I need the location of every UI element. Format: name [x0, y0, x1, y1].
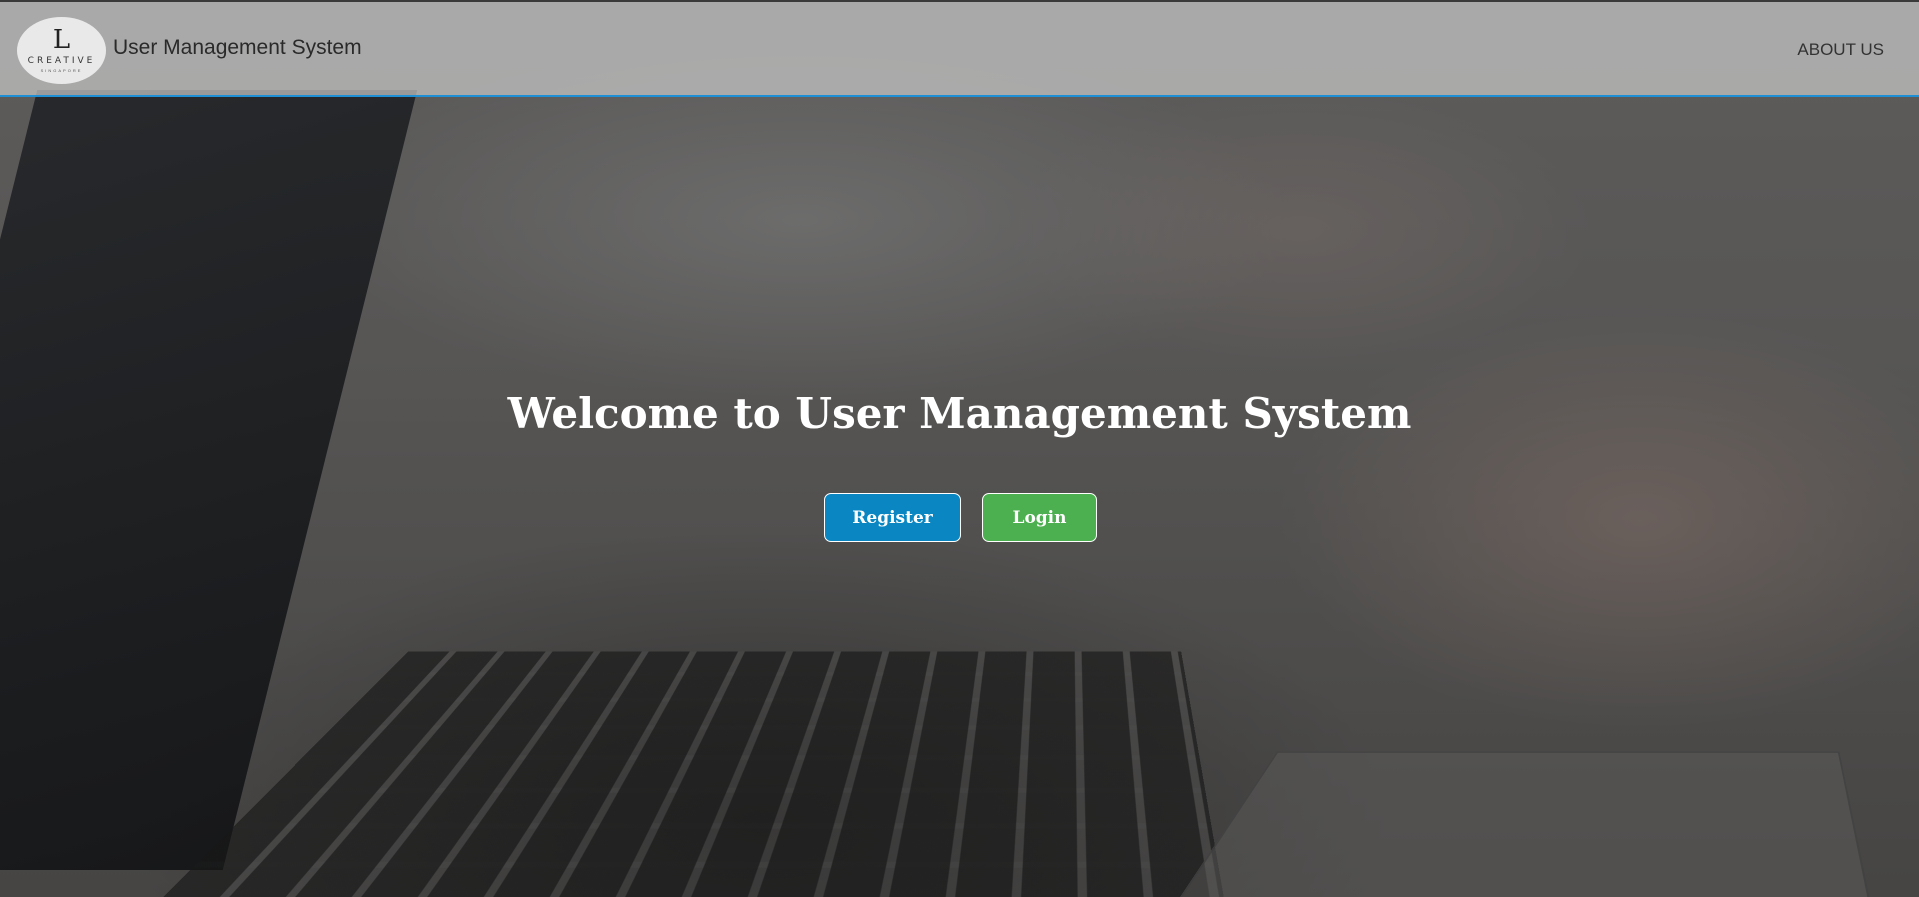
brand-title[interactable]: User Management System	[113, 36, 362, 60]
nav-link-about-us[interactable]: ABOUT US	[1797, 40, 1884, 60]
creative-logo[interactable]: L CREATIVE SINGAPORE	[17, 17, 106, 84]
register-button[interactable]: Register	[824, 493, 961, 542]
hero-title: Welcome to User Management System	[507, 389, 1412, 438]
logo-subtext: SINGAPORE	[40, 68, 83, 73]
hero-dark-overlay	[0, 0, 1919, 897]
logo-mark: L	[52, 25, 71, 55]
landing-page: L CREATIVE SINGAPORE User Management Sys…	[0, 0, 1919, 897]
top-navbar: L CREATIVE SINGAPORE User Management Sys…	[0, 0, 1919, 97]
logo-text: CREATIVE	[27, 56, 96, 66]
login-button[interactable]: Login	[982, 493, 1097, 542]
